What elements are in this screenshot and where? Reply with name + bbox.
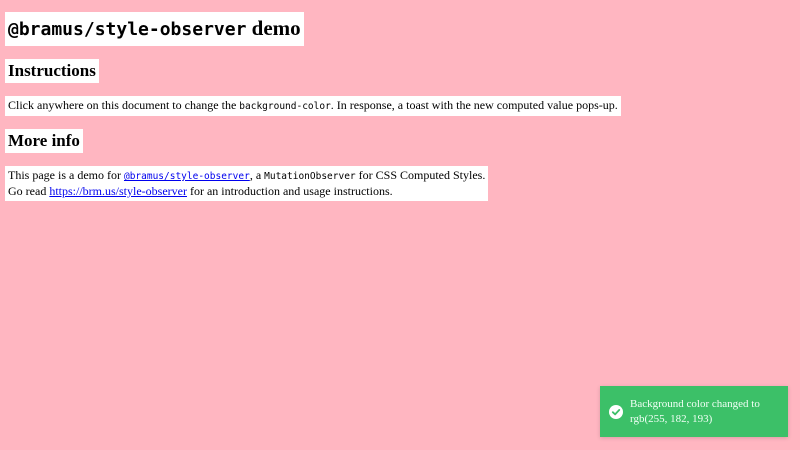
more-info-line1-middle: , a <box>249 168 265 182</box>
instructions-text: Click anywhere on this document to chang… <box>5 96 621 116</box>
instructions-code: background-color <box>239 101 331 112</box>
instructions-heading: Instructions <box>5 59 99 83</box>
more-info-line2-before: Go read <box>8 184 50 198</box>
instructions-text-before: Click anywhere on this document to chang… <box>8 98 240 112</box>
instructions-text-after: . In response, a toast with the new comp… <box>330 98 618 112</box>
page-title: @bramus/style-observer demo <box>5 12 304 46</box>
article-link[interactable]: https://brm.us/style-observer <box>49 184 187 198</box>
page-title-suffix: demo <box>246 16 301 40</box>
package-link[interactable]: @bramus/style-observer <box>124 168 250 182</box>
page-content[interactable]: @bramus/style-observer demo Instructions… <box>5 12 765 201</box>
toast-message: Background color changed to rgb(255, 182… <box>630 397 760 427</box>
more-info-line1-after: for CSS Computed Styles. <box>355 168 486 182</box>
more-info-text: This page is a demo for @bramus/style-ob… <box>5 166 489 201</box>
more-info-line2-after: for an introduction and usage instructio… <box>186 184 393 198</box>
mutationobserver-code: MutationObserver <box>264 171 356 182</box>
toast-message-line2: rgb(255, 182, 193) <box>630 412 713 425</box>
more-info-line1-before: This page is a demo for <box>8 168 124 182</box>
page-title-package: @bramus/style-observer <box>8 19 247 40</box>
more-info-heading: More info <box>5 129 83 153</box>
check-circle-icon <box>609 404 623 419</box>
toast-notification[interactable]: Background color changed to rgb(255, 182… <box>600 386 788 437</box>
toast-message-line1: Background color changed to <box>630 397 760 410</box>
